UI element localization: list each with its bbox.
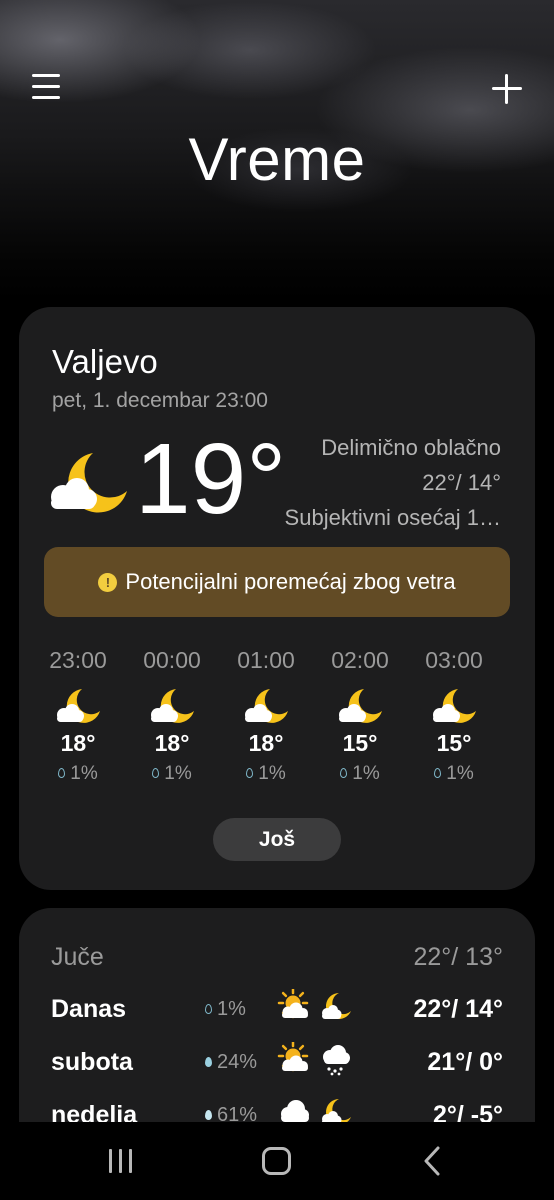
hour-temp: 15° [342,730,378,756]
hour-temp: 18° [154,730,190,756]
recent-apps-icon[interactable] [91,1142,151,1180]
daily-row[interactable]: Danas 1% 22°/ 14° [19,989,535,1035]
hour-time: 03:00 [425,647,483,673]
partly-sunny-icon [277,1042,309,1072]
high-low-temperature: 22°/ 14° [422,470,501,495]
raindrop-icon [205,1057,212,1067]
day-temps: 22°/ 13° [413,943,503,971]
city-name: Valjevo [52,343,158,380]
day-temps: 22°/ 14° [413,995,503,1023]
hour-precip: 1% [219,763,313,785]
raindrop-icon [58,768,66,778]
raindrop-icon [152,768,160,778]
page-title: Vreme [188,126,366,193]
system-navigation-bar [0,1122,554,1200]
back-icon[interactable] [402,1142,462,1180]
current-datetime: pet, 1. decembar 23:00 [52,389,268,412]
raindrop-icon [246,768,254,778]
hour-precip: 1% [31,763,125,785]
daily-row[interactable]: subota 24% 21°/ 0° [19,1042,535,1088]
home-icon[interactable] [247,1142,307,1180]
hourly-item: 23:00 18° 1% [31,647,125,785]
current-weather-card[interactable]: Valjevo pet, 1. decembar 23:00 19° Delim… [19,307,535,890]
partly-cloudy-night-icon [151,689,194,723]
condition-text: Delimično oblačno [321,435,501,460]
raindrop-icon [340,768,348,778]
more-button[interactable]: Još [213,818,341,861]
partly-cloudy-night-icon [245,689,288,723]
hour-temp: 18° [60,730,96,756]
partly-cloudy-night-icon [57,689,100,723]
raindrop-icon [434,768,442,778]
hour-time: 01:00 [237,647,295,673]
day-label: Juče [51,943,104,971]
alert-text: Potencijalni poremećaj zbog vetra [125,569,456,594]
partly-cloudy-night-icon [322,993,351,1019]
day-label: subota [51,1048,133,1076]
partly-sunny-icon [277,989,309,1019]
warning-icon: ! [98,572,118,592]
hour-time: 02:00 [331,647,389,673]
hour-time: 23:00 [49,647,107,673]
hour-precip: 1% [313,763,407,785]
partly-cloudy-night-icon [433,689,476,723]
raindrop-icon [205,1110,212,1120]
add-location-button[interactable] [490,72,524,106]
daily-row-yesterday[interactable]: Juče 22°/ 13° [19,943,535,983]
day-precip: 1% [205,998,246,1021]
day-precip: 24% [205,1051,257,1074]
hour-time: 00:00 [143,647,201,673]
raindrop-icon [205,1004,212,1014]
hourly-item: 01:00 18° 1% [219,647,313,785]
hour-temp: 15° [436,730,472,756]
feels-like-text: Subjektivni osećaj 1… [284,505,501,530]
rain-snow-icon [323,1045,350,1076]
partly-cloudy-night-icon [51,453,127,513]
hourly-item: 00:00 18° 1% [125,647,219,785]
hour-precip: 1% [407,763,501,785]
day-label: Danas [51,995,127,1023]
hour-precip: 1% [125,763,219,785]
hourly-item: 03:00 15° 1% [407,647,501,785]
day-temps: 21°/ 0° [427,1048,503,1076]
weather-alert-banner[interactable]: ! Potencijalni poremećaj zbog vetra [44,547,510,617]
hamburger-menu-icon[interactable] [32,74,60,102]
hourly-item: 02:00 15° 1% [313,647,407,785]
hour-temp: 18° [248,730,284,756]
partly-cloudy-night-icon [339,689,382,723]
